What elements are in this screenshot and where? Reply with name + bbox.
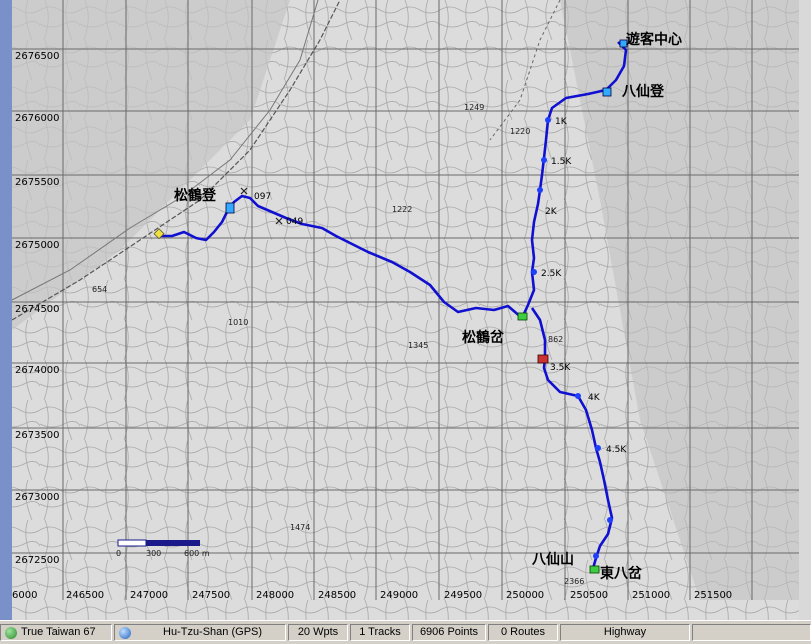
label-songhe-trailhead: 松鶴登 bbox=[174, 187, 217, 204]
svg-text:600 m: 600 m bbox=[184, 549, 210, 558]
status-points: 6906 Points bbox=[412, 624, 486, 641]
status-routes: 0 Routes bbox=[488, 624, 558, 641]
topo-map[interactable]: 遊客中心 八仙登 松鶴登 松鶴岔 八仙山 東八岔 1K 1.5K 2K 2.5K… bbox=[12, 0, 799, 620]
svg-text:300: 300 bbox=[146, 549, 161, 558]
svg-text:248500: 248500 bbox=[318, 590, 356, 601]
elevation-label: 654 bbox=[92, 285, 107, 294]
label-k2-5: 2.5K bbox=[541, 269, 562, 279]
elevation-label: 1010 bbox=[228, 318, 248, 327]
elevation-label: 1474 bbox=[290, 523, 310, 532]
label-k1-5: 1.5K bbox=[551, 157, 572, 167]
svg-text:251500: 251500 bbox=[694, 590, 732, 601]
label-k4-5: 4.5K bbox=[606, 445, 627, 455]
elevation-label: 862 bbox=[548, 335, 563, 344]
label-k2: 2K bbox=[545, 207, 558, 217]
svg-text:251000: 251000 bbox=[632, 590, 670, 601]
elevation-label: 1222 bbox=[392, 205, 412, 214]
svg-text:246500: 246500 bbox=[66, 590, 104, 601]
svg-text:2673500: 2673500 bbox=[15, 430, 60, 441]
svg-text:2675500: 2675500 bbox=[15, 177, 60, 188]
svg-text:6000: 6000 bbox=[12, 590, 37, 601]
elevation-label: 1249 bbox=[464, 103, 484, 112]
svg-text:2674000: 2674000 bbox=[15, 365, 60, 376]
label-k4: 4K bbox=[588, 393, 601, 403]
earth-icon bbox=[119, 626, 131, 639]
svg-text:2676500: 2676500 bbox=[15, 51, 60, 62]
svg-text:2674500: 2674500 bbox=[15, 304, 60, 315]
svg-text:247500: 247500 bbox=[192, 590, 230, 601]
label-wpt-049: 049 bbox=[286, 217, 303, 227]
label-baxian-mountain: 八仙山 bbox=[531, 551, 574, 568]
elevation-label: 1220 bbox=[510, 127, 530, 136]
svg-text:2675000: 2675000 bbox=[15, 240, 60, 251]
label-wpt-097: 097 bbox=[254, 192, 271, 202]
label-baxian-trailhead: 八仙登 bbox=[621, 83, 665, 100]
elevation-label: 1345 bbox=[408, 341, 428, 350]
status-empty bbox=[692, 624, 811, 641]
svg-text:248000: 248000 bbox=[256, 590, 294, 601]
svg-text:0: 0 bbox=[116, 549, 121, 558]
map-window[interactable]: 遊客中心 八仙登 松鶴登 松鶴岔 八仙山 東八岔 1K 1.5K 2K 2.5K… bbox=[0, 0, 811, 620]
label-songhe-ridge: 松鶴岔 bbox=[462, 329, 505, 346]
status-road-type: Highway bbox=[560, 624, 690, 641]
svg-text:2672500: 2672500 bbox=[15, 555, 60, 566]
label-visitor-center: 遊客中心 bbox=[626, 31, 682, 48]
status-tracks: 1 Tracks bbox=[350, 624, 410, 641]
status-datum: True Taiwan 67 bbox=[0, 624, 112, 641]
svg-text:2676000: 2676000 bbox=[15, 113, 60, 124]
label-k1: 1K bbox=[555, 117, 568, 127]
elevation-label: 2366 bbox=[564, 577, 584, 586]
globe-icon bbox=[5, 626, 17, 639]
svg-text:249000: 249000 bbox=[380, 590, 418, 601]
svg-text:250500: 250500 bbox=[570, 590, 608, 601]
status-bar: True Taiwan 67 Hu-Tzu-Shan (GPS) 20 Wpts… bbox=[0, 620, 811, 644]
label-east-baxian-fork: 東八岔 bbox=[600, 565, 643, 582]
label-k3-5: 3.5K bbox=[550, 363, 571, 373]
svg-text:249500: 249500 bbox=[444, 590, 482, 601]
svg-text:250000: 250000 bbox=[506, 590, 544, 601]
svg-text:2673000: 2673000 bbox=[15, 492, 60, 503]
svg-text:247000: 247000 bbox=[130, 590, 168, 601]
status-map-name: Hu-Tzu-Shan (GPS) bbox=[114, 624, 286, 641]
status-waypoints: 20 Wpts bbox=[288, 624, 348, 641]
